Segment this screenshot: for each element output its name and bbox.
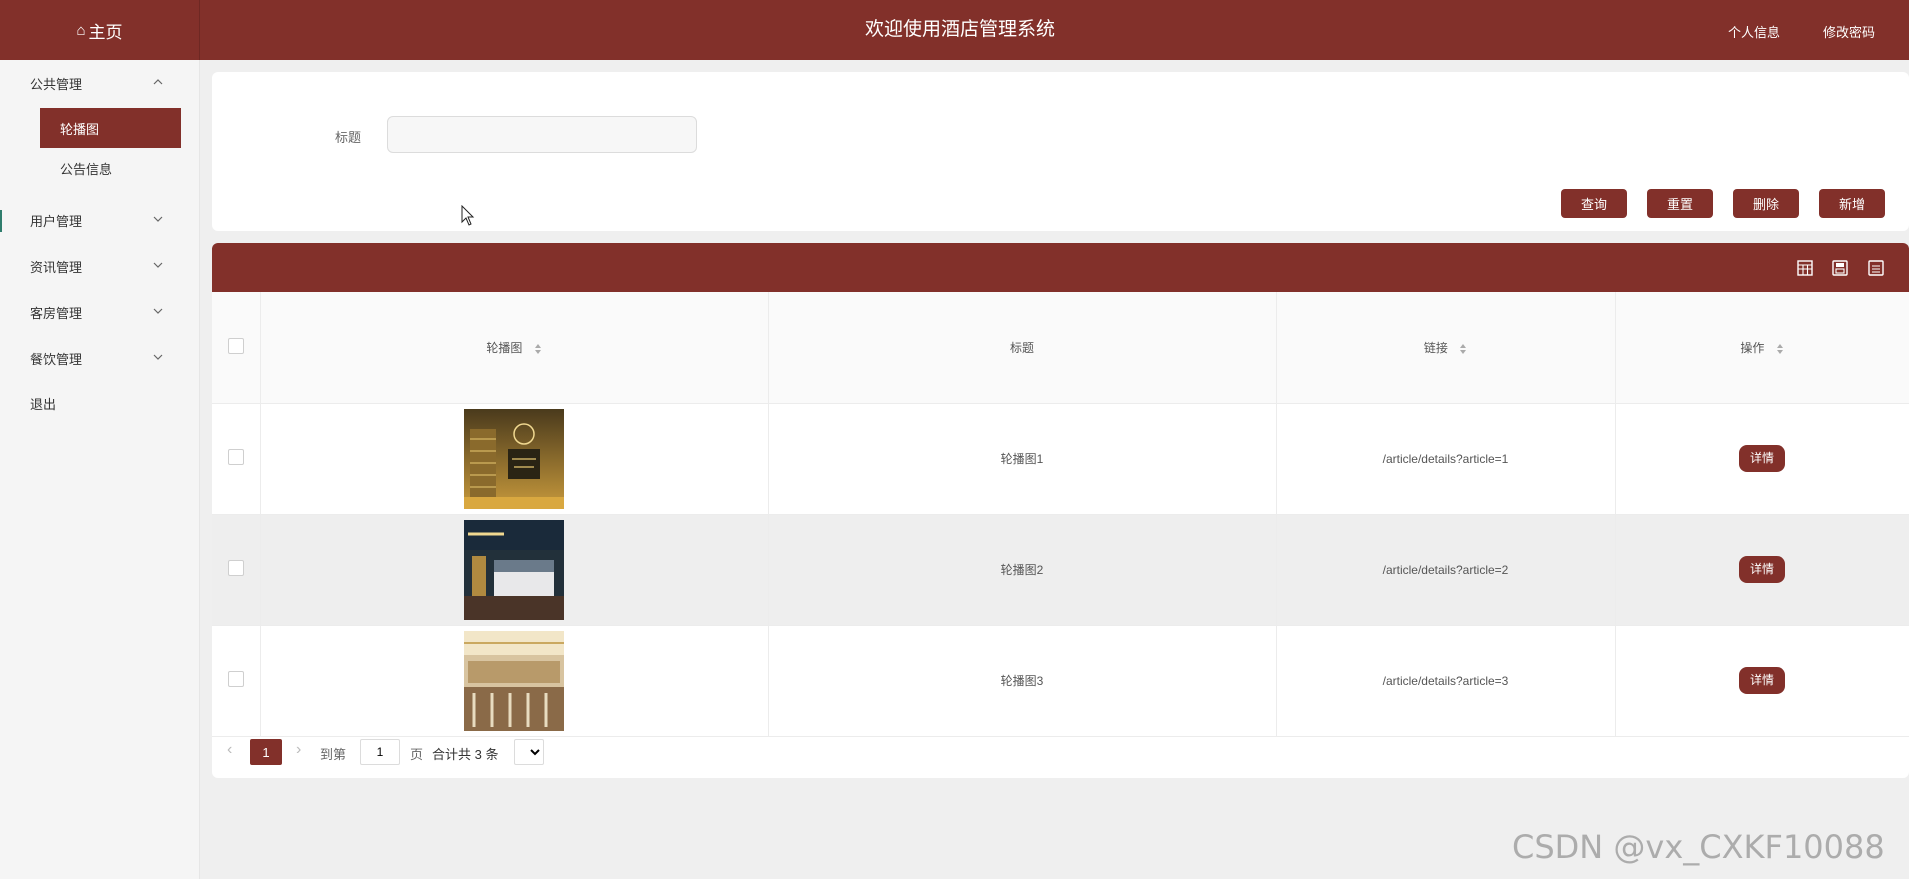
change-password-link[interactable]: 修改密码 (1823, 22, 1875, 41)
carousel-thumbnail[interactable] (464, 408, 564, 509)
sidebar-group-label: 用户管理 (30, 213, 83, 229)
add-button[interactable]: 新增 (1819, 189, 1885, 218)
pagination: ‹ 1 › 到第 页 合计共 3 条 (212, 737, 912, 767)
sort-icon[interactable] (1776, 343, 1784, 355)
detail-button[interactable]: 详情 (1739, 556, 1785, 583)
sidebar-item-label: 公告信息 (60, 161, 113, 177)
column-header-label: 轮播图 (486, 340, 523, 355)
image-cell (260, 625, 769, 737)
image-cell (260, 403, 769, 515)
title-search-input[interactable] (387, 116, 697, 153)
sidebar-group-label: 餐饮管理 (30, 351, 83, 367)
action-cell: 详情 (1615, 403, 1909, 515)
chevron-down-icon (153, 216, 163, 222)
export-excel-icon[interactable] (1797, 260, 1813, 276)
select-all-checkbox[interactable] (227, 337, 244, 354)
row-select-cell (212, 514, 261, 626)
sidebar-group-users[interactable]: 用户管理 (0, 201, 200, 239)
column-header-label: 标题 (1009, 340, 1034, 355)
current-page-button[interactable]: 1 (250, 739, 282, 765)
row-select-cell (212, 625, 261, 737)
link-cell: /article/details?article=1 (1276, 403, 1616, 515)
sidebar-group-rooms[interactable]: 客房管理 (0, 293, 200, 331)
sidebar-item-announcements[interactable]: 公告信息 (40, 148, 181, 188)
carousel-table: 轮播图 标题 链接 操作 轮播图1 /article/details?artic… (212, 292, 1909, 737)
detail-button[interactable]: 详情 (1739, 667, 1785, 694)
sidebar: 公共管理 轮播图 公告信息 用户管理 资讯管理 客房管理 餐饮管理 退出 (0, 60, 200, 879)
row-select-cell (212, 403, 261, 515)
sidebar-logout-label: 退出 (30, 396, 57, 412)
action-cell: 详情 (1615, 514, 1909, 626)
goto-label: 到第 (320, 747, 347, 762)
page-unit-label: 页 (410, 747, 424, 762)
link-cell: /article/details?article=3 (1276, 625, 1616, 737)
home-link[interactable]: ⌂ 主页 (0, 0, 200, 60)
column-header-link[interactable]: 链接 (1276, 292, 1616, 404)
action-cell: 详情 (1615, 625, 1909, 737)
chevron-down-icon (153, 354, 163, 360)
table-toolbar (212, 243, 1909, 292)
page-number-input[interactable] (360, 739, 400, 765)
prev-page-icon[interactable]: ‹ (227, 741, 232, 759)
next-page-icon[interactable]: › (296, 741, 301, 759)
sidebar-group-label: 资讯管理 (30, 259, 83, 275)
sidebar-group-public[interactable]: 公共管理 (0, 64, 200, 102)
sidebar-group-label: 客房管理 (30, 305, 83, 321)
column-header-image[interactable]: 轮播图 (260, 292, 769, 404)
reset-button[interactable]: 重置 (1647, 189, 1713, 218)
sidebar-group-news[interactable]: 资讯管理 (0, 247, 200, 285)
home-label: 主页 (88, 22, 123, 42)
detail-button[interactable]: 详情 (1739, 445, 1785, 472)
link-cell: /article/details?article=2 (1276, 514, 1616, 626)
total-count: 合计共 3 条 (432, 747, 499, 762)
save-icon[interactable] (1868, 260, 1884, 276)
sidebar-item-label: 轮播图 (60, 121, 100, 137)
sidebar-item-carousel[interactable]: 轮播图 (40, 108, 181, 148)
query-button[interactable]: 查询 (1561, 189, 1627, 218)
row-checkbox[interactable] (227, 671, 244, 687)
chevron-up-icon (153, 79, 163, 85)
row-checkbox[interactable] (227, 560, 244, 576)
sidebar-group-dining[interactable]: 餐饮管理 (0, 339, 200, 377)
table-row: 轮播图1 /article/details?article=1 详情 (212, 403, 1909, 515)
column-header-label: 操作 (1740, 340, 1765, 355)
page-size-select[interactable] (514, 739, 544, 765)
page-title: 欢迎使用酒店管理系统 (864, 19, 1055, 40)
table-row: 轮播图3 /article/details?article=3 详情 (212, 625, 1909, 737)
sort-icon[interactable] (534, 343, 542, 355)
print-icon[interactable] (1832, 260, 1848, 276)
data-table-panel: 轮播图 标题 链接 操作 轮播图1 /article/details?artic… (212, 243, 1909, 778)
column-header-action[interactable]: 操作 (1615, 292, 1909, 404)
column-header-title: 标题 (768, 292, 1277, 404)
table-row: 轮播图2 /article/details?article=2 详情 (212, 514, 1909, 626)
home-icon: ⌂ (76, 21, 86, 39)
carousel-thumbnail[interactable] (464, 630, 564, 731)
sidebar-group-label: 公共管理 (30, 76, 83, 92)
carousel-thumbnail[interactable] (464, 519, 564, 620)
chevron-down-icon (153, 308, 163, 314)
table-header-row: 轮播图 标题 链接 操作 (212, 292, 1909, 404)
sort-icon[interactable] (1459, 343, 1467, 355)
column-header-label: 链接 (1423, 340, 1448, 355)
delete-button[interactable]: 删除 (1733, 189, 1799, 218)
title-cell: 轮播图2 (768, 514, 1277, 626)
watermark: CSDN @vx_CXKF10088 (1512, 828, 1885, 866)
mouse-cursor-icon (461, 205, 475, 226)
profile-link[interactable]: 个人信息 (1728, 22, 1780, 41)
row-checkbox[interactable] (227, 449, 244, 465)
title-cell: 轮播图1 (768, 403, 1277, 515)
sidebar-logout[interactable]: 退出 (0, 384, 200, 422)
title-search-label: 标题 (335, 130, 362, 145)
top-header: ⌂ 主页 欢迎使用酒店管理系统 个人信息 修改密码 (0, 0, 1909, 60)
select-all-cell (212, 292, 261, 404)
chevron-down-icon (153, 262, 163, 268)
title-cell: 轮播图3 (768, 625, 1277, 737)
image-cell (260, 514, 769, 626)
